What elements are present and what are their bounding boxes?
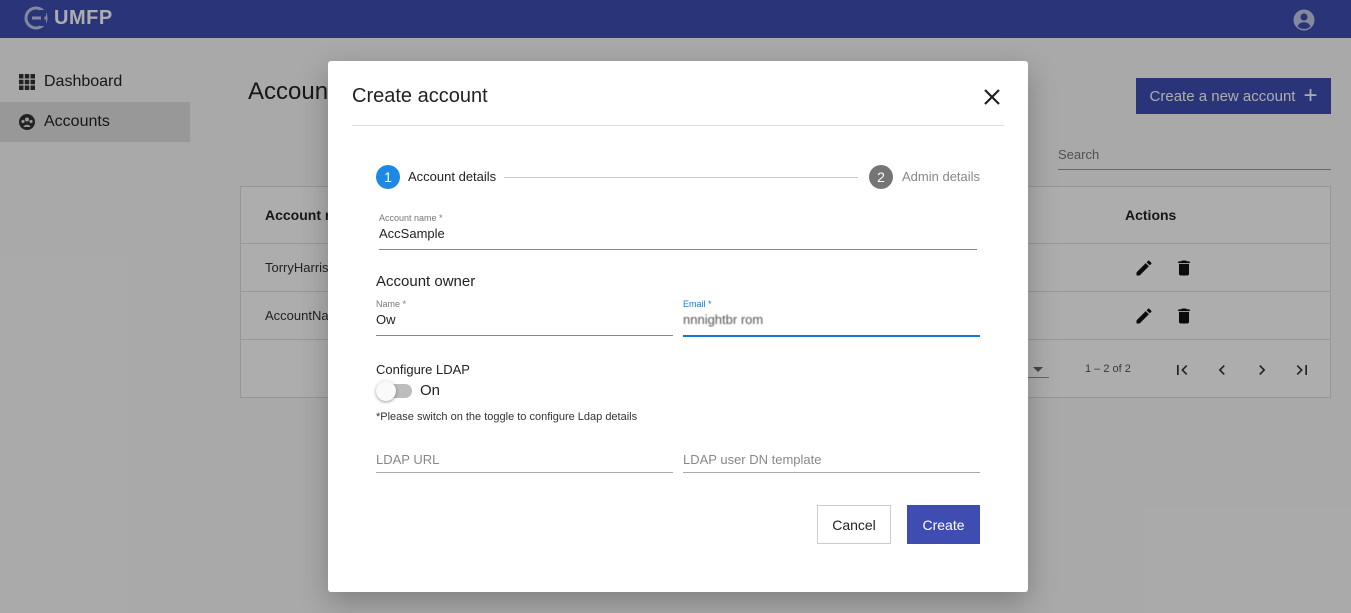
ldap-toggle-thumb[interactable] xyxy=(376,381,396,401)
account-name-input[interactable]: AccSample xyxy=(379,226,977,241)
owner-name-field[interactable]: Name * Ow xyxy=(376,299,673,336)
account-owner-heading: Account owner xyxy=(376,273,476,290)
step-1-label[interactable]: Account details xyxy=(408,169,496,184)
field-underline xyxy=(683,472,980,473)
account-name-field[interactable]: Account name * AccSample xyxy=(379,213,977,250)
step-2-circle[interactable]: 2 xyxy=(869,165,893,189)
step-2-label[interactable]: Admin details xyxy=(902,169,980,184)
ldap-hint: *Please switch on the toggle to configur… xyxy=(376,411,638,423)
field-underline xyxy=(376,472,673,473)
field-underline xyxy=(379,249,977,250)
ldap-toggle-label: On xyxy=(420,382,441,399)
field-underline xyxy=(376,335,673,336)
cancel-button[interactable]: Cancel xyxy=(817,505,891,544)
dialog-title: Create account xyxy=(352,85,488,107)
dialog-divider xyxy=(352,125,1004,126)
create-button[interactable]: Create xyxy=(907,505,980,544)
owner-name-label: Name * xyxy=(376,299,407,309)
step-1-circle[interactable]: 1 xyxy=(376,165,400,189)
configure-ldap-heading: Configure LDAP xyxy=(376,362,470,377)
ldap-url-input[interactable]: LDAP URL xyxy=(376,452,439,467)
create-account-dialog: Create account 1 Account details 2 Admin… xyxy=(328,61,1028,592)
close-icon[interactable] xyxy=(980,85,1004,109)
owner-email-input[interactable]: nnnightbr rom xyxy=(683,312,980,327)
field-underline-focused xyxy=(683,335,980,337)
ldap-dn-template-field[interactable]: LDAP user DN template xyxy=(683,451,980,473)
ldap-url-field[interactable]: LDAP URL xyxy=(376,451,673,473)
owner-email-field[interactable]: Email * nnnightbr rom xyxy=(683,299,980,337)
owner-name-input[interactable]: Ow xyxy=(376,312,673,327)
account-name-label: Account name * xyxy=(379,213,443,223)
ldap-dn-template-input[interactable]: LDAP user DN template xyxy=(683,452,822,467)
owner-email-label: Email * xyxy=(683,299,712,309)
stepper-connector xyxy=(504,177,858,178)
